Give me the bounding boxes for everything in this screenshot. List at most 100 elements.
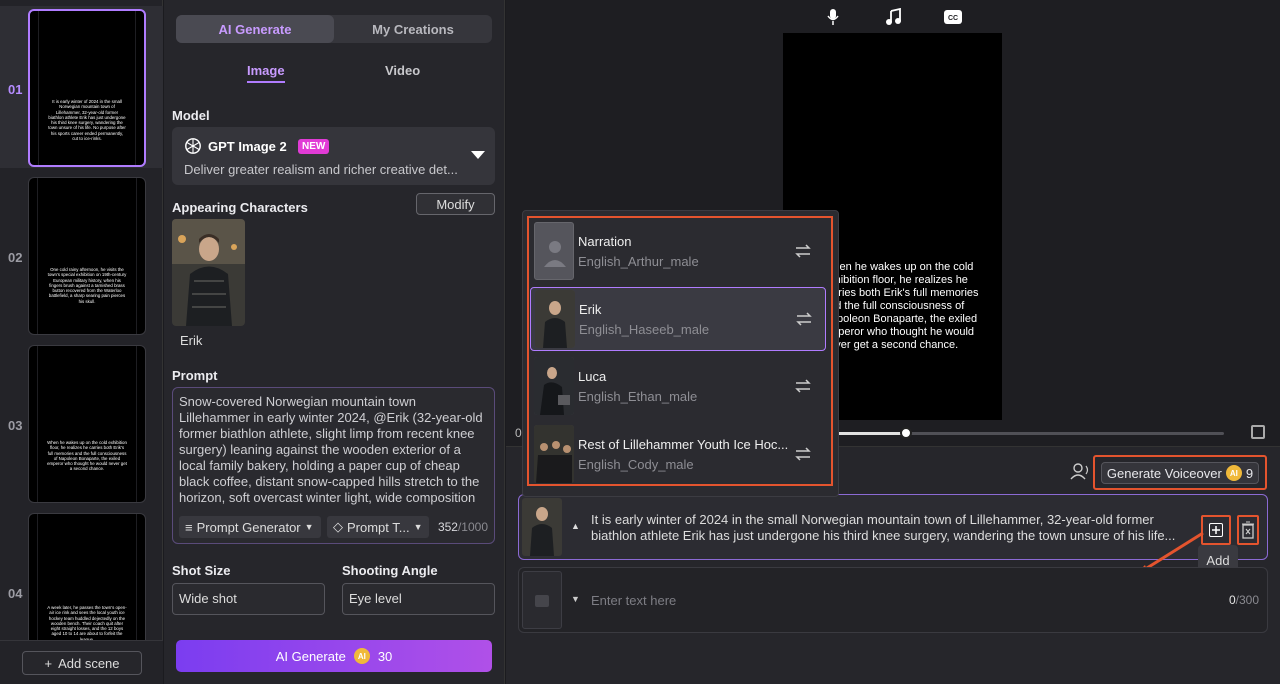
prompt-template-label: Prompt T...: [347, 519, 410, 535]
voice-settings-icon[interactable]: [1070, 462, 1090, 480]
voice-option-name: Rest of Lillehammer Youth Ice Hoc...: [578, 437, 789, 452]
prompt-label: Prompt: [172, 368, 218, 383]
ai-generate-button[interactable]: AI Generate AI 30: [176, 640, 492, 672]
scene-thumb-text: One cold rainy afternoon, he visits the …: [47, 267, 127, 304]
scene-number: 02: [8, 250, 23, 265]
ai-generate-cost: 30: [377, 648, 393, 664]
ai-generate-label: AI Generate: [275, 648, 346, 664]
credit-coin-icon: AI: [353, 648, 370, 664]
scene-thumbnail[interactable]: When he wakes up on the cold exhibition …: [28, 345, 146, 503]
prompt-text: Snow-covered Norwegian mountain town Lil…: [179, 394, 483, 505]
character-name: Erik: [180, 333, 203, 348]
tab-video[interactable]: Video: [385, 63, 420, 78]
shooting-angle-select[interactable]: Eye level: [342, 583, 495, 615]
shot-size-label: Shot Size: [172, 563, 231, 578]
shot-size-select[interactable]: Wide shot: [172, 583, 325, 615]
timeline-progress: [830, 432, 907, 435]
generation-panel: AI Generate My Creations Image Video Mod…: [164, 0, 505, 684]
trash-icon: [1242, 521, 1254, 539]
tab-my-creations[interactable]: My Creations: [334, 15, 492, 43]
voice-option[interactable]: Erik English_Haseeb_male: [530, 287, 826, 351]
empty-avatar[interactable]: [522, 571, 562, 629]
script-input[interactable]: Enter text here: [591, 593, 676, 608]
scene-thumbnail[interactable]: It is early winter of 2024 in the small …: [28, 9, 146, 167]
character-avatar[interactable]: [172, 219, 245, 326]
generate-voiceover-label: Generate Voiceover: [1106, 465, 1222, 481]
generate-voiceover-button[interactable]: Generate Voiceover AI 9: [1101, 462, 1259, 484]
add-scene-label: Add scene: [58, 655, 120, 671]
voice-option[interactable]: Narration English_Arthur_male: [530, 220, 826, 284]
voice-option-avatar: [535, 290, 575, 348]
voice-option-avatar: [534, 357, 574, 415]
voice-option[interactable]: Rest of Lillehammer Youth Ice Hoc... Eng…: [530, 423, 826, 487]
scene-item[interactable]: 02 One cold rainy afternoon, he visits t…: [0, 174, 163, 336]
scene-number: 04: [8, 586, 23, 601]
swap-icon[interactable]: [795, 310, 813, 328]
appearing-characters-label: Appearing Characters: [172, 200, 308, 215]
modify-button[interactable]: Modify: [416, 193, 495, 215]
new-script-line[interactable]: ▼ Enter text here 0/300: [518, 567, 1268, 633]
chevron-down-icon: ▼: [304, 522, 314, 532]
fullscreen-icon[interactable]: [1251, 425, 1265, 439]
scene-item[interactable]: 01 It is early winter of 2024 in the sma…: [0, 6, 163, 168]
prompt-generator-label: Prompt Generator: [196, 519, 301, 535]
scene-number: 03: [8, 418, 23, 433]
voice-option-name: Narration: [578, 234, 632, 249]
swap-icon[interactable]: [794, 445, 812, 463]
scene-thumb-text: A week later, he passes the town's open-…: [47, 605, 127, 642]
person-placeholder-icon: [534, 222, 574, 280]
scene-thumb-text: When he wakes up on the cold exhibition …: [47, 440, 127, 472]
prompt-textarea[interactable]: Snow-covered Norwegian mountain town Lil…: [172, 387, 495, 544]
microphone-icon[interactable]: [826, 8, 840, 31]
add-icon: [1209, 523, 1223, 537]
scene-item[interactable]: 03 When he wakes up on the cold exhibiti…: [0, 342, 163, 504]
swap-icon[interactable]: [794, 242, 812, 260]
generate-voiceover-highlight: Generate Voiceover AI 9: [1093, 455, 1267, 490]
tab-image[interactable]: Image: [247, 63, 285, 83]
add-scene-bar: + Add scene: [0, 640, 163, 684]
scene-thumb-text: It is early winter of 2024 in the small …: [48, 99, 126, 142]
scene-number: 01: [8, 82, 23, 97]
main-tabs: AI Generate My Creations: [176, 15, 492, 43]
voice-option-voice: English_Cody_male: [578, 457, 694, 472]
voice-option-voice: English_Haseeb_male: [579, 322, 710, 337]
chevron-down-icon[interactable]: ▼: [571, 594, 580, 604]
model-label: Model: [172, 108, 210, 123]
scene-thumbnail[interactable]: One cold rainy afternoon, he visits the …: [28, 177, 146, 335]
voice-option[interactable]: Luca English_Ethan_male: [530, 355, 826, 419]
prompt-char-count: 352/1000: [437, 520, 488, 534]
wand-icon: ≡: [185, 519, 193, 535]
svg-text:CC: CC: [948, 15, 958, 22]
chevron-down-icon: ▼: [413, 522, 423, 532]
voice-option-name: Luca: [578, 369, 607, 384]
script-line-text[interactable]: It is early winter of 2024 in the small …: [591, 512, 1191, 544]
delete-line-button[interactable]: [1237, 515, 1259, 545]
captions-icon[interactable]: CC: [944, 9, 962, 30]
music-icon[interactable]: [885, 7, 901, 31]
prompt-template-dropdown[interactable]: ◇ Prompt T... ▼: [327, 516, 429, 538]
prompt-generator-dropdown[interactable]: ≡ Prompt Generator ▼: [179, 516, 321, 538]
credit-coin-icon: AI: [1225, 465, 1242, 481]
speaker-avatar[interactable]: [522, 498, 562, 556]
character-image: [172, 219, 245, 326]
plus-icon: +: [44, 655, 53, 671]
model-description: Deliver greater realism and richer creat…: [184, 162, 458, 177]
voice-option-voice: English_Arthur_male: [578, 254, 699, 269]
current-time: 0: [515, 426, 522, 440]
model-select[interactable]: GPT Image 2 NEW Deliver greater realism …: [172, 127, 495, 185]
tag-icon: ◇: [333, 519, 343, 534]
generate-voiceover-cost: 9: [1245, 465, 1254, 481]
tab-ai-generate[interactable]: AI Generate: [176, 15, 334, 43]
preview-caption: When he wakes up on the cold exhibition …: [823, 261, 979, 351]
swap-icon[interactable]: [794, 377, 812, 395]
shooting-angle-label: Shooting Angle: [342, 563, 438, 578]
voice-option-voice: English_Ethan_male: [578, 389, 698, 404]
new-badge: NEW: [298, 139, 330, 154]
add-scene-button[interactable]: + Add scene: [22, 651, 142, 675]
openai-icon: [185, 138, 201, 154]
scene-list: 01 It is early winter of 2024 in the sma…: [0, 0, 163, 684]
timeline-handle[interactable]: [900, 427, 912, 439]
chevron-down-icon[interactable]: [471, 151, 485, 159]
chevron-up-icon[interactable]: ▲: [571, 521, 580, 531]
voice-option-avatar: [534, 425, 574, 483]
